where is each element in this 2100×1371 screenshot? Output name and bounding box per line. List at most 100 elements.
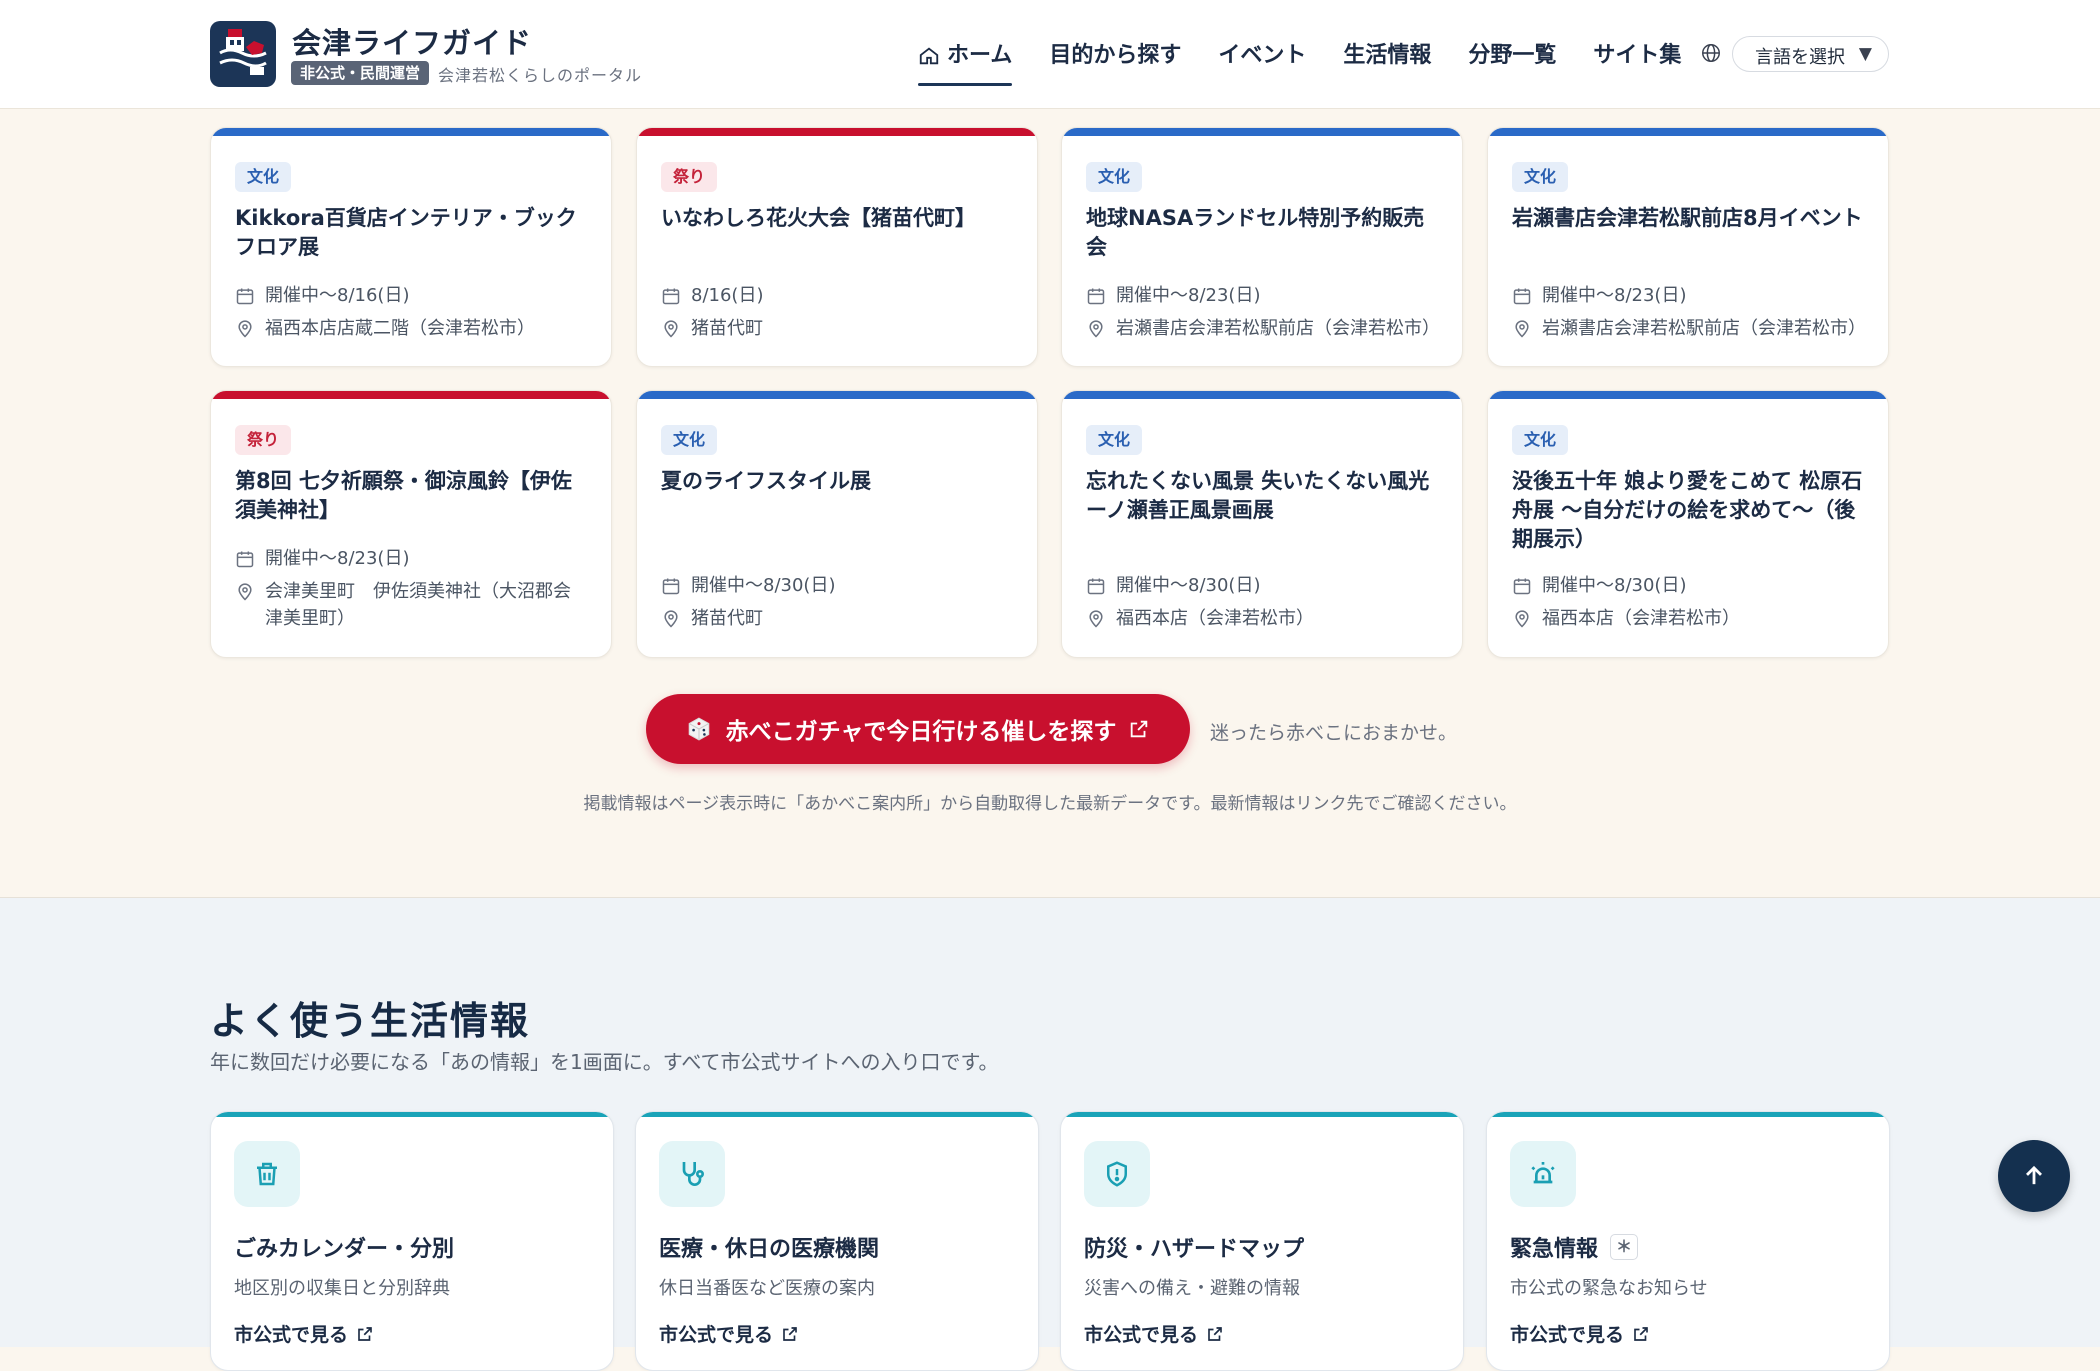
event-title: 地球NASAランドセル特別予約販売会	[1086, 206, 1425, 259]
calendar-icon	[236, 551, 254, 568]
external-link-icon	[783, 1326, 797, 1341]
category-tag: 祭り	[661, 162, 718, 192]
event-date: 開催中〜8/30(日)	[1086, 572, 1446, 599]
event-place-text: 猪苗代町	[691, 608, 763, 629]
event-date-text: 開催中〜8/30(日)	[691, 575, 836, 596]
card-description: 休日当番医など医療の案内	[659, 1278, 875, 1299]
category-bar	[637, 391, 1037, 399]
event-date-text: 8/16(日)	[691, 285, 764, 306]
life-card-medical[interactable]: 医療・休日の医療機関 休日当番医など医療の案内 市公式で見る	[635, 1111, 1039, 1371]
event-card[interactable]: 文化 岩瀬書店会津若松駅前店8月イベント 開催中〜8/23(日) 岩瀬書店会津若…	[1487, 127, 1889, 367]
category-bar	[1488, 391, 1888, 399]
event-date-text: 開催中〜8/30(日)	[1116, 575, 1261, 596]
card-title-text: 医療・休日の医療機関	[659, 1237, 880, 1262]
event-date-text: 開催中〜8/30(日)	[1542, 575, 1687, 596]
event-date: 開催中〜8/16(日)	[235, 282, 595, 309]
link-label: 市公式で見る	[1084, 1324, 1199, 1346]
card-title: 緊急情報 ＊	[1510, 1231, 1639, 1263]
event-place: 猪苗代町	[661, 315, 1021, 342]
site-tagline: 会津若松くらしのポータル	[438, 66, 643, 85]
location-pin-icon	[1515, 610, 1529, 628]
back-to-top-button[interactable]	[1998, 1140, 2070, 1212]
event-title: 夏のライフスタイル展	[661, 469, 871, 493]
event-place: 福西本店店蔵二階（会津若松市）	[235, 315, 595, 342]
category-bar	[1488, 128, 1888, 136]
location-pin-icon	[238, 320, 252, 338]
calendar-icon	[1513, 578, 1531, 595]
data-disclaimer: 掲載情報はページ表示時に「あかべこ案内所」から自動取得した最新データです。最新情…	[583, 794, 1517, 814]
category-tag: 祭り	[235, 425, 292, 455]
card-accent-bar	[1487, 1112, 1889, 1117]
site-header: 会津ライフガイド 非公式・民間運営 会津若松くらしのポータル ホーム 目的から探…	[0, 0, 2100, 109]
location-pin-icon	[664, 610, 678, 628]
dice-icon	[688, 717, 709, 741]
nav-categories[interactable]: 分野一覧	[1468, 36, 1556, 76]
event-place-text: 福西本店店蔵二階（会津若松市）	[265, 318, 535, 339]
category-bar	[1062, 128, 1462, 136]
category-tag: 文化	[235, 162, 292, 192]
life-card-disaster[interactable]: 防災・ハザードマップ 災害への備え・避難の情報 市公式で見る	[1060, 1111, 1464, 1371]
event-card[interactable]: 祭り 第8回 七夕祈願祭・御涼風鈴【伊佐須美神社】 開催中〜8/23(日) 会津…	[210, 390, 612, 658]
external-link-icon	[358, 1326, 372, 1341]
nav-site-links[interactable]: サイト集	[1593, 36, 1681, 76]
category-tag: 文化	[1086, 425, 1143, 455]
event-card[interactable]: 文化 地球NASAランドセル特別予約販売会 開催中〜8/23(日) 岩瀬書店会津…	[1061, 127, 1463, 367]
calendar-icon	[662, 288, 680, 305]
language-select[interactable]: 言語を選択 ▼	[1732, 36, 1889, 72]
official-site-link[interactable]: 市公式で見る	[1084, 1320, 1224, 1347]
event-place: 福西本店（会津若松市）	[1512, 605, 1872, 632]
link-label: 市公式で見る	[234, 1324, 349, 1346]
category-bar	[637, 128, 1037, 136]
event-place-text: 福西本店（会津若松市）	[1542, 608, 1740, 629]
globe-icon	[1702, 44, 1720, 62]
official-site-link[interactable]: 市公式で見る	[234, 1320, 374, 1347]
card-title: 防災・ハザードマップ	[1084, 1231, 1304, 1263]
nav-home-label: ホーム	[947, 43, 1013, 68]
life-card-emergency[interactable]: 緊急情報 ＊ 市公式の緊急なお知らせ 市公式で見る	[1486, 1111, 1890, 1371]
category-tag: 文化	[661, 425, 718, 455]
event-card[interactable]: 文化 夏のライフスタイル展 開催中〜8/30(日) 猪苗代町	[636, 390, 1038, 658]
calendar-icon	[236, 288, 254, 305]
calendar-icon	[1513, 288, 1531, 305]
event-card[interactable]: 祭り いなわしろ花火大会【猪苗代町】 8/16(日) 猪苗代町	[636, 127, 1038, 367]
life-card-garbage[interactable]: ごみカレンダー・分別 地区別の収集日と分別辞典 市公式で見る	[210, 1111, 614, 1371]
nav-life-info[interactable]: 生活情報	[1343, 36, 1431, 76]
event-card[interactable]: 文化 忘れたくない風景 失いたくない風光ーノ瀬善正風景画展 開催中〜8/30(日…	[1061, 390, 1463, 658]
nav-purpose[interactable]: 目的から探す	[1049, 36, 1181, 76]
nav-home[interactable]: ホーム	[918, 36, 1013, 86]
card-title-text: 防災・ハザードマップ	[1084, 1237, 1305, 1262]
shield-icon	[1084, 1141, 1150, 1207]
chevron-down-icon: ▼	[1858, 44, 1872, 64]
event-title: 岩瀬書店会津若松駅前店8月イベント	[1512, 206, 1863, 230]
card-description: 地区別の収集日と分別辞典	[234, 1278, 450, 1299]
nav-events[interactable]: イベント	[1218, 36, 1306, 76]
event-date: 開催中〜8/30(日)	[1512, 572, 1872, 599]
category-bar	[211, 391, 611, 399]
location-pin-icon	[1089, 610, 1103, 628]
gacha-note: 迷ったら赤べこにおまかせ。	[1210, 722, 1458, 744]
external-link-icon	[1634, 1326, 1648, 1341]
official-site-link[interactable]: 市公式で見る	[659, 1320, 799, 1347]
category-tag: 文化	[1512, 425, 1569, 455]
category-tag: 文化	[1086, 162, 1143, 192]
siren-icon	[1510, 1141, 1576, 1207]
site-logo[interactable]	[210, 21, 276, 87]
event-date-text: 開催中〜8/23(日)	[265, 548, 410, 569]
section-title: よく使う生活情報	[210, 999, 531, 1043]
official-site-link[interactable]: 市公式で見る	[1510, 1320, 1650, 1347]
section-subtitle: 年に数回だけ必要になる「あの情報」を1画面に。すべて市公式サイトへの入り口です。	[210, 1050, 999, 1074]
card-accent-bar	[211, 1112, 613, 1117]
calendar-icon	[662, 578, 680, 595]
card-description: 災害への備え・避難の情報	[1084, 1278, 1300, 1299]
event-title: 没後五十年 娘より愛をこめて 松原石舟展 〜自分だけの絵を求めて〜（後期展示）	[1512, 469, 1863, 551]
card-description: 市公式の緊急なお知らせ	[1510, 1278, 1708, 1299]
event-card[interactable]: 文化 Kikkora百貨店インテリア・ブックフロア展 開催中〜8/16(日) 福…	[210, 127, 612, 367]
location-pin-icon	[1515, 320, 1529, 338]
external-link-icon	[1208, 1326, 1222, 1341]
event-date-text: 開催中〜8/23(日)	[1116, 285, 1261, 306]
akabeko-gacha-button[interactable]: 赤べこガチャで今日行ける催しを探す	[646, 694, 1190, 764]
category-bar	[211, 128, 611, 136]
location-pin-icon	[238, 583, 252, 601]
event-card[interactable]: 文化 没後五十年 娘より愛をこめて 松原石舟展 〜自分だけの絵を求めて〜（後期展…	[1487, 390, 1889, 658]
site-title[interactable]: 会津ライフガイド	[292, 20, 532, 62]
